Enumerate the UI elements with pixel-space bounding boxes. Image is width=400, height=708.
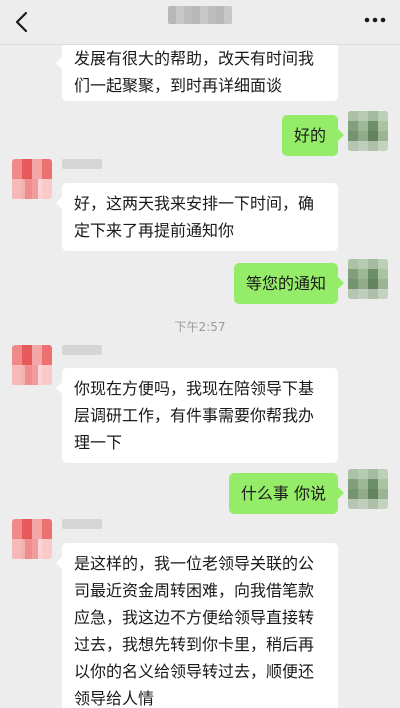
timestamp: 下午2:57 [174,320,226,334]
my-avatar[interactable] [348,469,388,509]
contact-name-blurred [62,159,102,169]
more-button[interactable] [362,10,388,30]
top-bar [0,0,400,45]
back-button[interactable] [8,6,38,38]
contact-avatar[interactable] [12,519,52,559]
contact-name-blurred [62,519,102,529]
chat-area[interactable]: 发展有很大的帮助，改天有时间我 们一起聚聚，到时再详细面谈 好的 好，这两天我来… [0,45,400,708]
message-bubble-incoming[interactable]: 好，这两天我来安排一下时间，确 定下来了再提前通知你 [56,183,338,251]
message-bubble-incoming[interactable]: 是这样的，我一位老领导关联的公 司最近资金周转困难，向我借笔款 应急，我这边不方… [56,543,338,708]
message-bubble-outgoing[interactable]: 好的 [281,115,345,156]
message-bubble-outgoing[interactable]: 什么事 你说 [228,473,345,514]
chat-title-blurred [168,6,232,24]
message-bubble-incoming[interactable]: 你现在方便吗，我现在陪领导下基 层调研工作，有件事需要你帮我办 理一下 [56,368,338,463]
more-dots-icon [364,17,386,23]
message-bubble-incoming[interactable]: 发展有很大的帮助，改天有时间我 们一起聚聚，到时再详细面谈 [56,45,338,101]
message-bubble-outgoing[interactable]: 等您的通知 [233,263,345,304]
my-avatar[interactable] [348,111,388,151]
contact-avatar[interactable] [12,159,52,199]
contact-name-blurred [62,345,102,355]
my-avatar[interactable] [348,259,388,299]
chevron-left-icon [15,11,28,33]
contact-avatar[interactable] [12,345,52,385]
